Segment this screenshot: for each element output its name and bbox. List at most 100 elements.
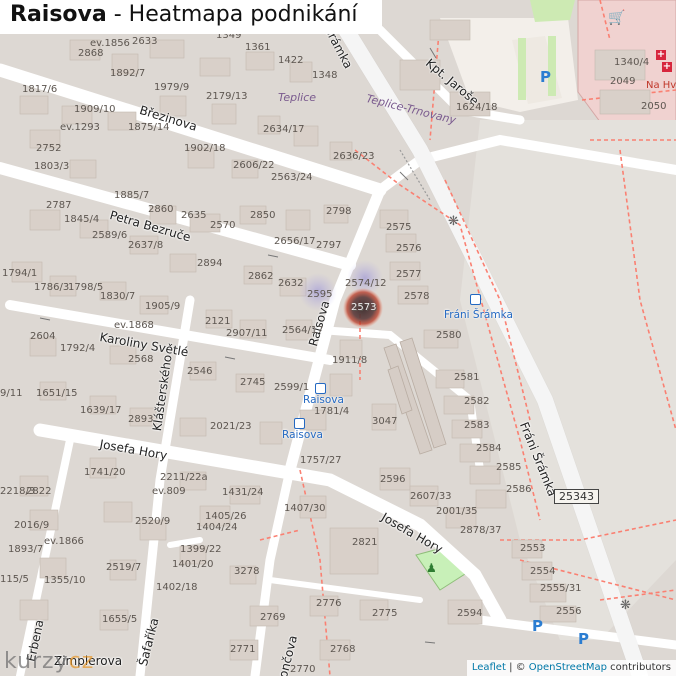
house-number: 1355/10: [44, 575, 86, 586]
bus-stop-label: Raisova: [282, 429, 323, 441]
house-number: 2862: [248, 271, 274, 282]
house-number: 2771: [230, 644, 256, 655]
house-number: 1639/17: [80, 405, 122, 416]
house-number: 1830/7: [100, 291, 136, 302]
bus-stop-icon[interactable]: [470, 294, 481, 305]
house-number: 2632: [278, 278, 304, 289]
house-number: 2575: [386, 222, 412, 233]
osm-link[interactable]: OpenStreetMap: [529, 662, 607, 673]
house-number: 1803/3: [34, 161, 70, 172]
house-number: 2604: [30, 331, 56, 342]
house-number: 1655/5: [102, 614, 138, 625]
house-number: 2635: [181, 210, 207, 221]
house-number: 2634/17: [263, 124, 305, 135]
map[interactable]: Teplice Teplice-Trnovany Březinova Petra…: [0, 0, 676, 676]
house-number: 2599/1: [274, 382, 310, 393]
house-number: 1792/4: [60, 343, 96, 354]
house-number: 2878/37: [460, 525, 502, 536]
house-number: 2770: [290, 664, 316, 675]
poi-label: Na Hv: [646, 80, 676, 91]
house-number: 1404/24: [196, 522, 238, 533]
house-number: 2564/17: [282, 325, 324, 336]
title-box: Raisova - Heatmapa podnikání: [0, 0, 382, 34]
house-number: 1893/7: [8, 544, 44, 555]
bus-stop-icon[interactable]: [315, 383, 326, 394]
parking-icon: P: [540, 68, 551, 86]
house-number: 2581: [454, 372, 480, 383]
house-number: ev.1856: [90, 38, 130, 49]
house-number: 2001/35: [436, 506, 478, 517]
house-number: 2775: [372, 608, 398, 619]
house-number: 2606/22: [233, 160, 275, 171]
house-number: 1431/24: [222, 487, 264, 498]
page-title: Raisova - Heatmapa podnikání: [10, 2, 358, 27]
house-number: 1786/3: [34, 282, 70, 293]
house-number: 2585: [496, 462, 522, 473]
house-number: 1340/4: [614, 57, 650, 68]
house-number: 1757/27: [300, 455, 342, 466]
house-number: 1407/30: [284, 503, 326, 514]
house-number: 1422: [278, 55, 304, 66]
house-number: 2586: [506, 484, 532, 495]
bus-stop-icon[interactable]: [294, 418, 305, 429]
house-number: 2218/3: [0, 486, 36, 497]
house-number: 2121: [205, 316, 231, 327]
house-number: 2596: [380, 474, 406, 485]
house-number: 2633: [132, 36, 158, 47]
house-number: 1905/9: [145, 301, 181, 312]
house-number: 2589/6: [92, 230, 128, 241]
title-street: Raisova: [10, 2, 107, 27]
house-number: 2637/8: [128, 240, 164, 251]
leaflet-link[interactable]: Leaflet: [472, 662, 506, 673]
house-number: 2016/9: [14, 520, 50, 531]
heat-label[interactable]: 2573: [351, 302, 376, 313]
house-number: 2798: [326, 206, 352, 217]
house-number: 1402/18: [156, 582, 198, 593]
house-number: 2594: [457, 608, 483, 619]
house-number: 2868: [78, 48, 104, 59]
parking-icon: P: [532, 617, 543, 635]
viewpoint-icon: ❋: [448, 214, 459, 229]
house-number: 1817/6: [22, 84, 58, 95]
house-number: 1875/14: [128, 122, 170, 133]
house-number: 1979/9: [154, 82, 190, 93]
house-number: 2568: [128, 354, 154, 365]
attribution: Leaflet | © OpenStreetMap contributors: [466, 660, 676, 676]
title-rest: - Heatmapa podnikání: [106, 2, 358, 27]
house-number: 3278: [234, 566, 260, 577]
house-number: ev.809: [152, 486, 186, 497]
house-number: 2787: [46, 200, 72, 211]
house-number: 1401/20: [172, 559, 214, 570]
house-number: 2577: [396, 269, 422, 280]
house-number: 1794/1: [2, 268, 38, 279]
house-number: 2769: [260, 612, 286, 623]
house-number: 2049: [610, 76, 636, 87]
house-number: 2768: [330, 644, 356, 655]
house-number: 2821: [352, 537, 378, 548]
shop-cart-icon: 🛒: [608, 10, 626, 26]
house-number: 2656/17: [274, 236, 316, 247]
viewpoint-icon: ❋: [620, 598, 631, 613]
house-number: 9/11: [0, 388, 23, 399]
house-number: 1624/18: [456, 102, 498, 113]
house-number: 1909/10: [74, 104, 116, 115]
brand-logo: kurzycz: [4, 649, 95, 674]
house-number: 2553: [520, 543, 546, 554]
house-number: 1845/4: [64, 214, 100, 225]
house-number: 2555/31: [540, 583, 582, 594]
house-number: 2570: [210, 220, 236, 231]
house-number: 2893: [128, 414, 154, 425]
house-number: 2595: [307, 289, 333, 300]
house-number: 2556: [556, 606, 582, 617]
house-number: 2021/23: [210, 421, 252, 432]
house-number: 2636/23: [333, 151, 375, 162]
place-label: Teplice: [278, 91, 317, 104]
house-number: 2179/13: [206, 91, 248, 102]
house-number: 2580: [436, 330, 462, 341]
house-number: 1399/22: [180, 544, 222, 555]
house-number: 3047: [372, 416, 398, 427]
house-number: 1902/18: [184, 143, 226, 154]
house-number: 1781/4: [314, 406, 350, 417]
pharmacy-icon: +: [662, 61, 672, 72]
house-number: 2850: [250, 210, 276, 221]
